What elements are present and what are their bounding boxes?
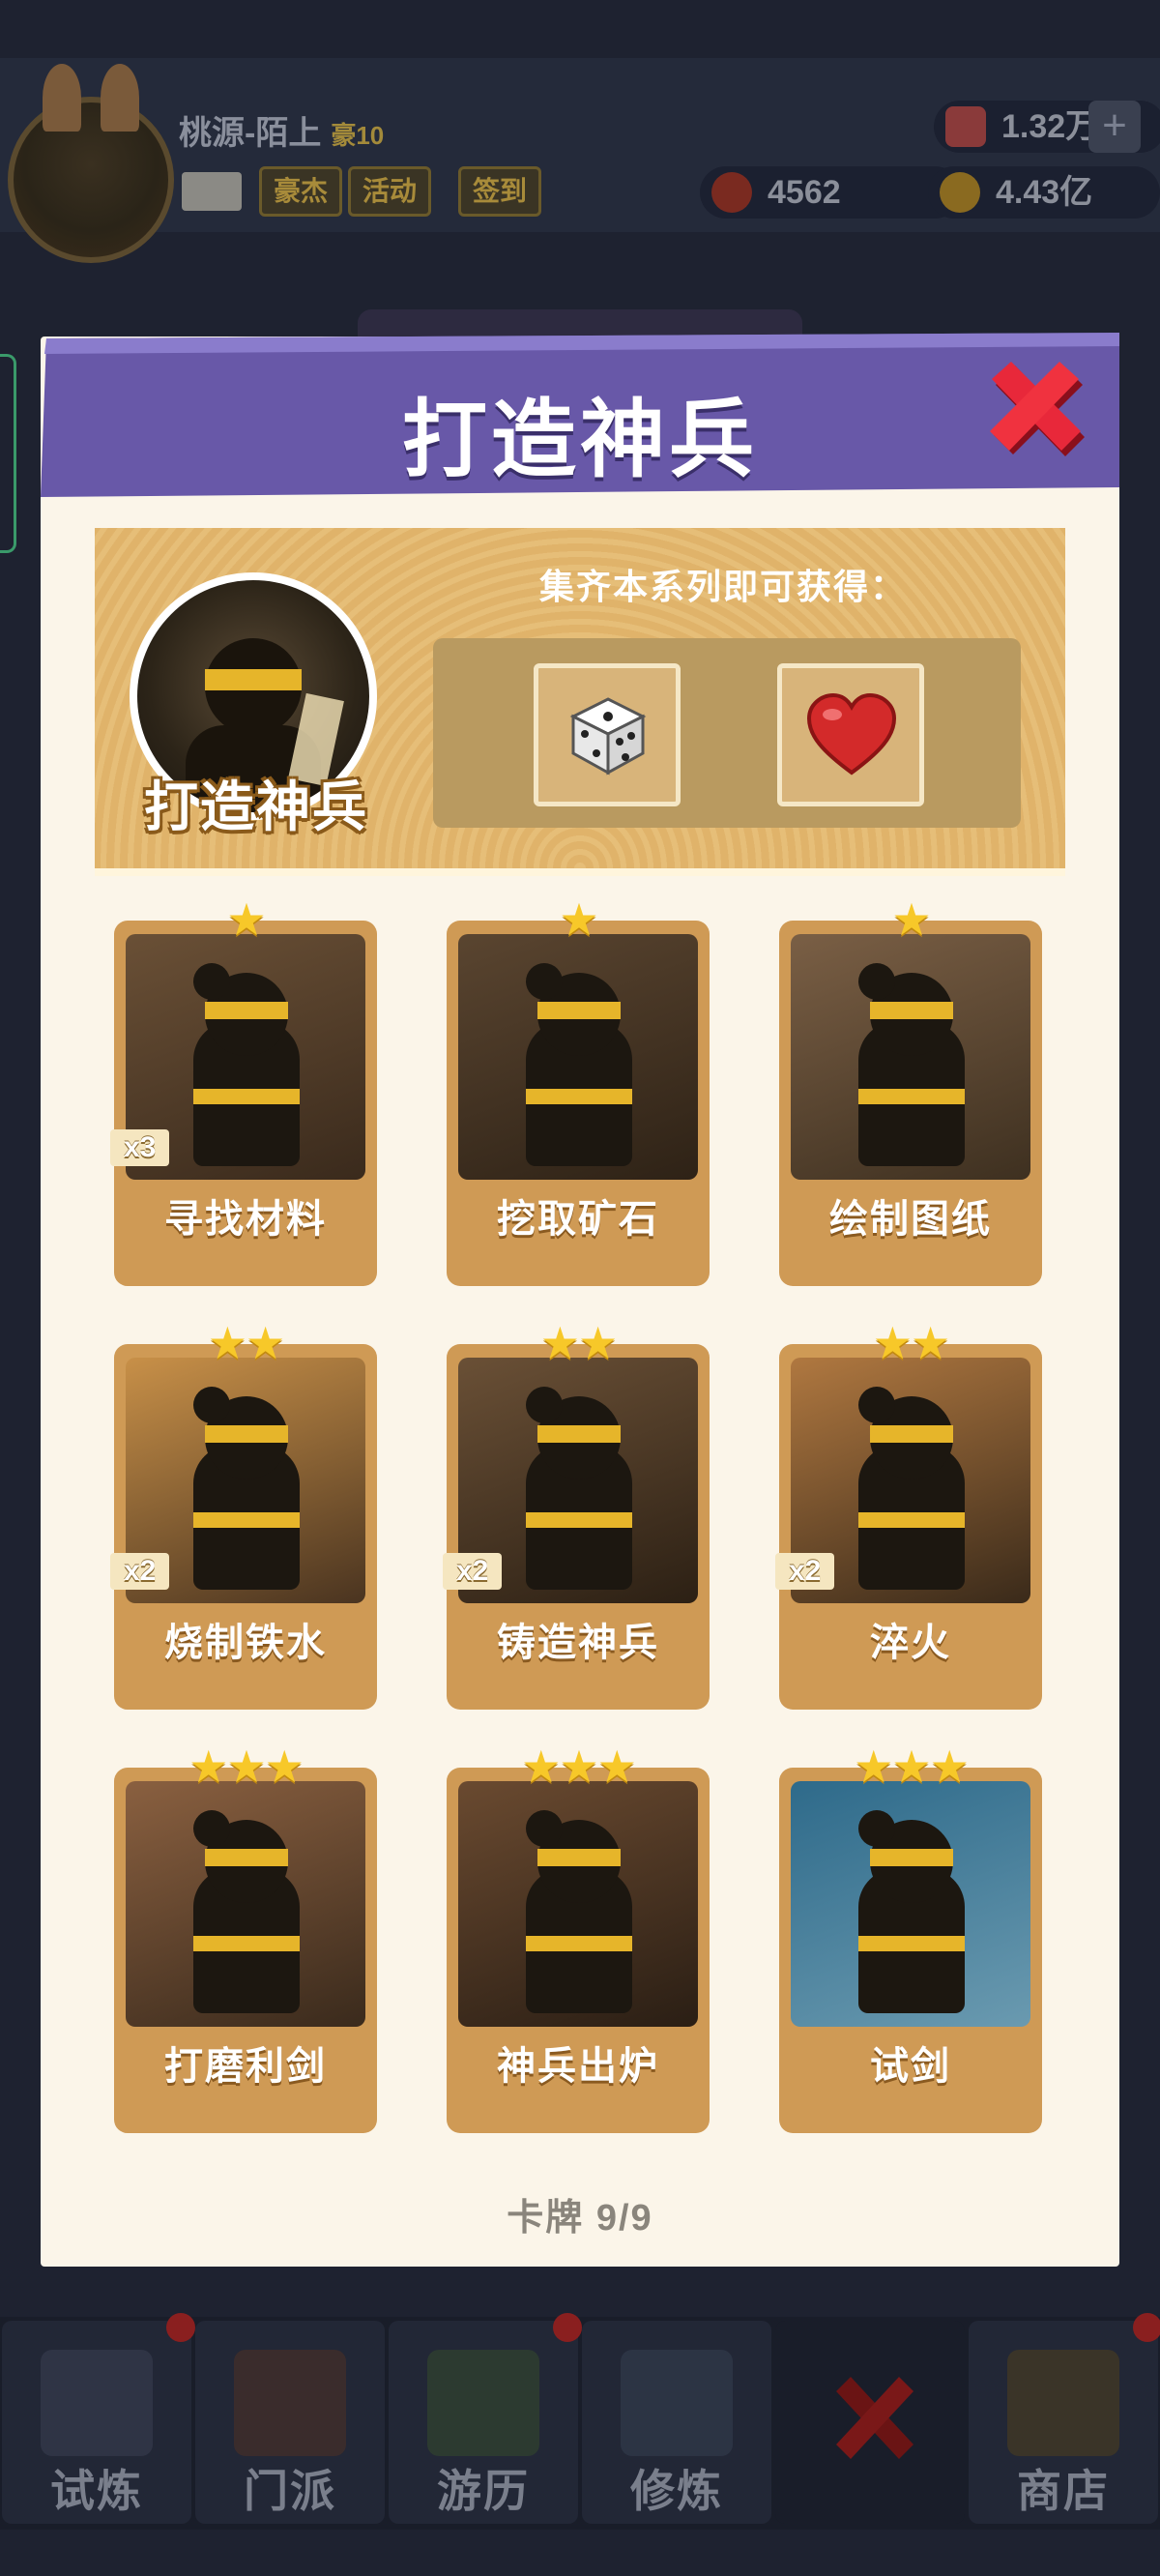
gold-coin-icon xyxy=(940,172,980,213)
reward-slot[interactable] xyxy=(534,663,681,806)
collection-card[interactable]: ★★★ 试剑 xyxy=(779,1744,1042,2133)
card-art xyxy=(791,1781,1030,2027)
modal-header: 打造神兵 xyxy=(41,333,1119,497)
dice-icon xyxy=(569,697,647,776)
card-name: 神兵出炉 xyxy=(497,2045,659,2088)
nav-sect[interactable]: 门派 xyxy=(195,2321,385,2524)
nav-shop[interactable]: 商店 xyxy=(969,2321,1158,2524)
collection-card[interactable]: ★ 绘制图纸 xyxy=(779,897,1042,1286)
star-rating: ★★ xyxy=(539,1318,618,1368)
card-name: 铸造神兵 xyxy=(497,1622,659,1664)
gem-icon xyxy=(945,106,986,147)
notification-dot xyxy=(166,2313,195,2342)
star-rating: ★ xyxy=(226,894,266,945)
player-avatar[interactable] xyxy=(8,64,174,263)
mail-icon[interactable] xyxy=(182,172,242,211)
player-name: 桃源-陌上 豪10 xyxy=(179,115,385,152)
nav-trial[interactable]: 试炼 xyxy=(2,2321,191,2524)
side-tab[interactable] xyxy=(0,354,16,553)
nav-label: 商店 xyxy=(1017,2466,1110,2516)
card-name: 烧制铁水 xyxy=(164,1622,327,1664)
star-rating: ★ xyxy=(891,894,931,945)
nav-label: 门派 xyxy=(244,2466,336,2516)
card-name: 打磨利剑 xyxy=(164,2045,327,2088)
add-gems-button[interactable]: + xyxy=(1088,101,1141,153)
card-multiplier-badge: x2 xyxy=(110,1553,170,1590)
travel-icon xyxy=(427,2350,539,2456)
nav-travel[interactable]: 游历 xyxy=(389,2321,578,2524)
card-multiplier-badge: x3 xyxy=(110,1129,170,1166)
star-rating: ★★★ xyxy=(188,1742,304,1792)
collection-card[interactable]: ★★ x2 铸造神兵 xyxy=(443,1321,710,1710)
tag-haojie[interactable]: 豪杰 xyxy=(259,166,343,217)
nav-close-icon[interactable] xyxy=(822,2367,928,2474)
nav-cultivate[interactable]: 修炼 xyxy=(582,2321,771,2524)
collection-card[interactable]: ★ 挖取矿石 xyxy=(447,897,710,1286)
tag-activity[interactable]: 活动 xyxy=(348,166,432,217)
star-rating: ★★ xyxy=(207,1318,285,1368)
card-art xyxy=(126,1781,365,2027)
card-count: 卡牌 9/9 xyxy=(507,2198,653,2239)
shop-icon xyxy=(1007,2350,1119,2456)
series-name: 打造神兵 xyxy=(144,776,368,837)
trial-icon xyxy=(41,2350,153,2456)
collection-card[interactable]: ★★ x2 烧制铁水 xyxy=(110,1321,377,1710)
card-multiplier-badge: x2 xyxy=(775,1553,835,1590)
reward-slot[interactable] xyxy=(777,663,924,806)
star-rating: ★★★ xyxy=(854,1742,970,1792)
card-art xyxy=(458,934,698,1180)
card-name: 挖取矿石 xyxy=(497,1198,659,1241)
notification-dot xyxy=(1133,2313,1160,2342)
star-rating: ★★ xyxy=(872,1318,950,1368)
collection-card[interactable]: ★★★ 神兵出炉 xyxy=(447,1744,710,2133)
modal-title: 打造神兵 xyxy=(401,392,758,487)
star-rating: ★★★ xyxy=(521,1742,637,1792)
notification-dot xyxy=(553,2313,582,2342)
collection-card[interactable]: ★★ x2 淬火 xyxy=(775,1321,1042,1710)
card-multiplier-badge: x2 xyxy=(443,1553,503,1590)
reward-title: 集齐本系列即可获得： xyxy=(538,567,907,606)
card-name: 淬火 xyxy=(870,1622,951,1664)
nav-label: 试炼 xyxy=(50,2466,143,2516)
token-counter: 4562 xyxy=(700,166,961,219)
collection-card[interactable]: ★ x3 寻找材料 xyxy=(110,897,377,1286)
sect-icon xyxy=(234,2350,346,2456)
card-name: 绘制图纸 xyxy=(829,1198,992,1241)
collection-card[interactable]: ★★★ 打磨利剑 xyxy=(114,1744,377,2133)
player-level: 豪10 xyxy=(331,121,385,150)
heart-icon xyxy=(806,692,897,776)
gold-counter: 4.43亿 xyxy=(928,166,1160,219)
nav-label: 修炼 xyxy=(630,2466,723,2516)
nav-label: 游历 xyxy=(437,2466,530,2516)
card-art xyxy=(458,1781,698,2027)
reward-panel xyxy=(433,638,1021,828)
card-name: 寻找材料 xyxy=(164,1198,327,1241)
close-icon[interactable] xyxy=(986,358,1092,464)
tag-signin[interactable]: 签到 xyxy=(458,166,542,217)
token-icon xyxy=(711,172,752,213)
card-name: 试剑 xyxy=(870,2045,951,2088)
star-rating: ★ xyxy=(559,894,598,945)
book-icon xyxy=(621,2350,733,2456)
card-art xyxy=(791,934,1030,1180)
